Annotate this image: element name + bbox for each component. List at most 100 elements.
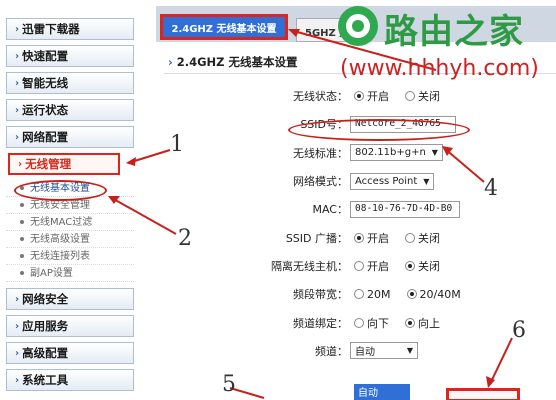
select-value: 自动 <box>355 347 375 359</box>
chevron-right-icon: › <box>15 293 20 305</box>
menu-system-tools[interactable]: › 系统工具 <box>6 369 134 391</box>
label-isolate: 隔离无线主机： <box>271 259 348 273</box>
radio-bind-down[interactable] <box>354 317 364 328</box>
chevron-right-icon: › <box>15 131 20 143</box>
label-channel-bind: 频道绑定： <box>293 316 348 330</box>
sub-label: 无线MAC过滤 <box>30 217 93 228</box>
menu-label: 运行状态 <box>22 103 69 117</box>
sub-label: 无线安全管理 <box>30 200 90 211</box>
radio-bandwidth-20-40m[interactable] <box>406 289 417 300</box>
menu-label: 迅雷下载器 <box>22 22 80 36</box>
sub-wireless-advanced[interactable]: 无线高级设置 <box>6 231 134 248</box>
label-standard: 无线标准： <box>293 146 348 160</box>
row-wireless-status: 无线状态： 开启 关闭 <box>156 82 556 110</box>
chevron-right-icon: › <box>15 374 20 386</box>
row-isolate: 隔离无线主机： 开启 关闭 <box>156 252 556 280</box>
radio-wireless-off[interactable] <box>405 91 415 102</box>
radio-label: 20M <box>367 287 391 301</box>
save-button-highlight[interactable] <box>446 388 520 400</box>
annotation-number-6: 6 <box>512 318 526 343</box>
radio-label: 关闭 <box>418 90 440 104</box>
chevron-right-icon: › <box>15 23 20 35</box>
menu-app-services[interactable]: › 应用服务 <box>6 315 134 337</box>
menu-quick-config[interactable]: › 快速配置 <box>6 45 134 67</box>
section-title: › 2.4GHZ 无线基本设置 <box>168 54 298 70</box>
mac-input[interactable]: 08-10-76-7D-4D-B0 <box>350 200 460 218</box>
chevron-down-icon: ▼ <box>423 176 430 186</box>
radio-label: 开启 <box>367 90 389 104</box>
highlight-ellipse-ssid <box>288 119 470 141</box>
row-standard: 无线标准： 802.11b+g+n ▼ <box>156 139 556 167</box>
sub-label: 无线高级设置 <box>30 234 90 245</box>
chevron-right-icon: › <box>15 104 20 116</box>
radio-isolate-off[interactable] <box>405 260 415 271</box>
sub-label: 副AP设置 <box>30 268 73 279</box>
menu-network-security[interactable]: › 网络安全 <box>6 288 134 310</box>
radio-label: 20/40M <box>419 287 461 301</box>
label-wireless-status: 无线状态： <box>293 90 348 104</box>
radio-bandwidth-20m[interactable] <box>354 289 364 300</box>
channel-dropdown-option[interactable]: 自动 <box>354 384 410 400</box>
label-network-mode: 网络模式： <box>293 175 348 189</box>
bullet-icon <box>20 254 24 258</box>
menu-label: 高级配置 <box>22 346 69 360</box>
row-bandwidth: 频段带宽： 20M 20/40M <box>156 280 556 308</box>
label-mac: MAC： <box>312 203 348 217</box>
sub-wireless-clients[interactable]: 无线连接列表 <box>6 248 134 265</box>
watermark-logo-icon <box>338 6 378 46</box>
menu-label: 网络配置 <box>22 130 69 144</box>
radio-isolate-on[interactable] <box>354 260 364 271</box>
annotation-number-1: 1 <box>170 132 184 157</box>
label-channel: 频道： <box>315 344 348 358</box>
radio-label: 向上 <box>418 316 440 330</box>
radio-label: 关闭 <box>418 231 440 245</box>
chevron-right-icon: › <box>168 55 173 69</box>
annotation-number-4: 4 <box>484 176 498 201</box>
radio-broadcast-off[interactable] <box>405 232 415 243</box>
bullet-icon <box>20 271 24 275</box>
section-title-text: 2.4GHZ 无线基本设置 <box>176 55 298 69</box>
menu-advanced-config[interactable]: › 高级配置 <box>6 342 134 364</box>
radio-label: 关闭 <box>418 259 440 273</box>
menu-label: 快速配置 <box>22 49 69 63</box>
menu-network-config[interactable]: › 网络配置 <box>6 126 134 148</box>
chevron-right-icon: › <box>18 158 23 170</box>
tab-2-4ghz-basic[interactable]: 2.4GHZ 无线基本设置 <box>160 14 288 40</box>
chevron-down-icon: ▼ <box>406 346 413 356</box>
chevron-right-icon: › <box>15 320 20 332</box>
sub-wireless-mac-filter[interactable]: 无线MAC过滤 <box>6 214 134 231</box>
sub-secondary-ap[interactable]: 副AP设置 <box>6 265 134 282</box>
row-channel-bind: 频道绑定： 向下 向上 <box>156 308 556 336</box>
menu-label: 智能无线 <box>22 76 69 90</box>
standard-select[interactable]: 802.11b+g+n ▼ <box>350 144 443 162</box>
bullet-icon <box>20 237 24 241</box>
menu-smart-wireless[interactable]: › 智能无线 <box>6 72 134 94</box>
annotation-number-2: 2 <box>178 226 192 251</box>
network-mode-select[interactable]: Access Point ▼ <box>350 172 435 190</box>
chevron-right-icon: › <box>15 347 20 359</box>
select-value: Access Point <box>355 175 418 187</box>
label-bandwidth: 频段带宽： <box>293 288 348 302</box>
sub-label: 无线连接列表 <box>30 251 90 262</box>
watermark-title: 路由之家 <box>384 12 524 52</box>
menu-xunlei-downloader[interactable]: › 迅雷下载器 <box>6 18 134 40</box>
radio-label: 开启 <box>367 231 389 245</box>
menu-label: 无线管理 <box>25 157 72 171</box>
radio-broadcast-on[interactable] <box>354 232 364 243</box>
watermark: 路由之家 (www.hhhyh.com) <box>334 2 556 82</box>
row-ssid-broadcast: SSID 广播： 开启 关闭 <box>156 223 556 251</box>
channel-select[interactable]: 自动 ▼ <box>350 342 418 360</box>
row-channel: 频道： 自动 ▼ <box>156 337 556 365</box>
radio-label: 向下 <box>367 316 389 330</box>
radio-wireless-on[interactable] <box>354 91 364 102</box>
sidebar: › 迅雷下载器 › 快速配置 › 智能无线 › 运行状态 › 网络配置 › 无线管理 无线基… <box>6 18 134 396</box>
chevron-right-icon: › <box>15 77 20 89</box>
menu-wireless-management[interactable]: › 无线管理 <box>8 153 120 175</box>
menu-run-status[interactable]: › 运行状态 <box>6 99 134 121</box>
menu-label: 系统工具 <box>22 373 69 387</box>
radio-bind-up[interactable] <box>405 317 415 328</box>
menu-label: 应用服务 <box>22 319 69 333</box>
chevron-right-icon: › <box>15 50 20 62</box>
select-value: 802.11b+g+n <box>355 147 426 159</box>
highlight-ellipse-submenu <box>14 180 107 201</box>
